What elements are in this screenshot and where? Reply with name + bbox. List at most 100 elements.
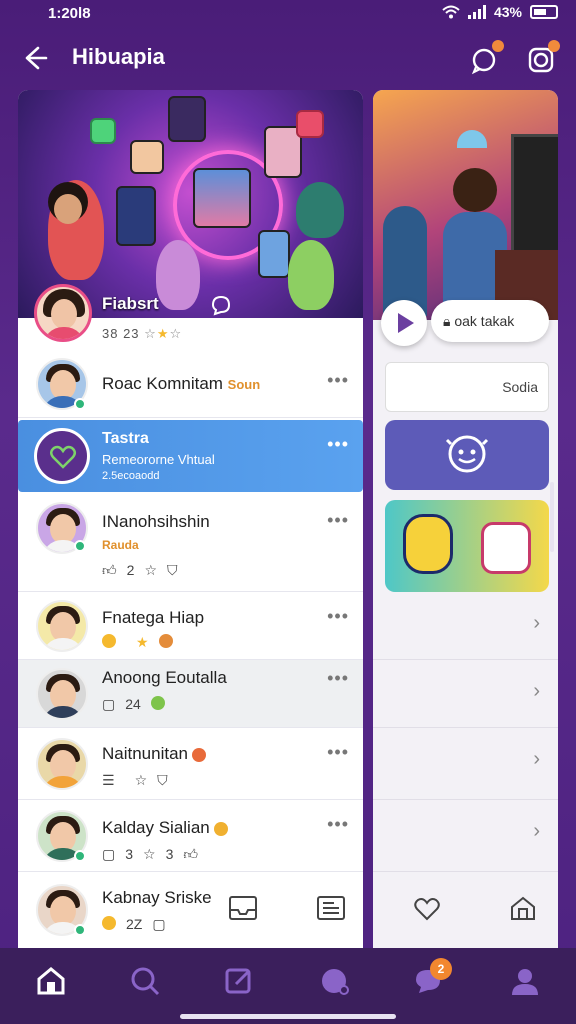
profile-icon[interactable] [508,964,542,998]
shield-icon[interactable]: ⛉ [167,562,178,579]
more-options-button[interactable]: ••• [327,742,349,763]
online-indicator [74,924,86,936]
side-list-item[interactable]: › [373,728,558,800]
star-outline-icon: ☆ [169,326,183,341]
online-indicator [74,540,86,552]
list-item[interactable]: Kabnay Sriske 2Z ▢ [18,872,363,948]
chevron-right-icon: › [533,748,540,770]
list-item[interactable]: INanohsihshin Rauda 👍︎ 2 ☆ ⛉ ••• [18,494,363,592]
hero-person-face [54,194,82,224]
chat-tab[interactable] [318,964,352,998]
search-icon[interactable] [128,964,162,998]
side-list-item[interactable] [373,872,558,948]
home-icon[interactable] [34,964,68,998]
inbox-icon[interactable] [228,894,258,922]
settings-badge [548,40,560,52]
list-item[interactable]: Roac Komnitam Soun ••• [18,350,363,418]
comment-icon[interactable]: ▢ [102,846,115,863]
list-item-name: Naitnunitan [102,744,207,764]
side-list-item[interactable]: › [373,660,558,728]
avatar[interactable] [36,738,88,790]
chevron-right-icon: › [533,820,540,842]
search-field-value: Sodia [502,379,538,395]
side-list-item[interactable]: › [373,592,558,660]
list-item[interactable]: Anoong Eoutalla ▢ 24 ••• [18,660,363,728]
more-options-button[interactable]: ••• [327,434,349,455]
emoji-icon [192,747,207,762]
search-field[interactable]: Sodia [385,362,549,412]
chat-card[interactable] [385,420,549,490]
side-hero-image[interactable] [373,90,558,320]
home-indicator[interactable] [180,1014,396,1019]
settings-button[interactable] [524,40,560,76]
star-outline-icon[interactable]: ☆ [135,772,148,789]
featured-avatar[interactable] [34,284,92,342]
list-icon[interactable]: ☰ [102,772,115,789]
sticker-card[interactable] [385,500,549,592]
news-icon[interactable] [316,894,346,922]
more-options-button[interactable]: ••• [327,510,349,531]
list-item-tag: Rauda [102,538,139,552]
avatar[interactable] [36,668,88,720]
more-options-button[interactable]: ••• [327,668,349,689]
lock-icon: 🔒︎ [443,313,451,329]
signal-icon [467,5,486,19]
chat-icon[interactable] [210,294,232,316]
more-options-button[interactable]: ••• [327,606,349,627]
avatar[interactable] [36,600,88,652]
online-indicator [74,398,86,410]
chevron-right-icon: › [533,680,540,702]
featured-meta: 38 23 ☆★☆ [102,326,182,342]
like-icon[interactable]: 👍︎ [102,562,117,579]
list-item-selected[interactable]: Tastra Remeororne Vhtual 2.5ecoaodd ••• [18,420,363,492]
notifications-button[interactable] [468,40,504,76]
like-icon[interactable]: 👍︎ [183,846,198,863]
heart-icon [50,445,76,469]
star-outline-icon[interactable]: ☆ [143,846,156,863]
hero-monitor [511,134,558,254]
avatar[interactable] [34,428,90,484]
list-item-name-text: Roac Komnitam [102,374,223,393]
hero-check-tile [90,118,116,144]
list-item[interactable]: Naitnunitan ☰ ☆ ⛉ ••• [18,728,363,800]
play-button[interactable] [381,300,427,346]
list-item-name: Roac Komnitam Soun [102,374,260,394]
list-item-name: Fnatega Hiap [102,608,205,627]
shield-icon[interactable]: ⛉ [157,772,168,789]
row-count-2: 3 [165,846,174,862]
scrollbar[interactable] [550,482,554,552]
emoji-icon [150,696,165,710]
heart-icon[interactable] [413,896,441,922]
chat-bubble-icon [445,435,489,473]
back-button[interactable] [18,42,50,74]
home-outline-icon[interactable] [509,894,537,922]
row-actions: 2Z ▢ [102,916,166,933]
messages-tab[interactable]: 2 [412,958,452,998]
more-options-button[interactable]: ••• [327,814,349,835]
emoji-icon [213,821,228,836]
lamp-icon [457,130,487,148]
star-icon[interactable]: ★ [136,634,149,651]
list-item-name: Tastra [102,430,149,447]
list-item-tag: Soun [227,377,261,392]
chat-bubble-icon [322,969,349,995]
list-item[interactable]: Fnatega Hiap ★ ••• [18,592,363,660]
online-indicator [74,850,86,862]
star-outline-icon[interactable]: ☆ [144,562,157,579]
compose-icon[interactable] [222,964,256,998]
row-actions: ☰ ☆ ⛉ [102,772,168,789]
comment-icon[interactable]: ▢ [102,696,115,713]
messages-badge: 2 [430,958,452,980]
featured-title: Fiabsrt [102,294,159,313]
star-outline-icon: ☆ [144,326,157,341]
side-list-item[interactable]: › [373,800,558,872]
list-item[interactable]: Kalday Sialian ▢ 3 ☆ 3 👍︎ ••• [18,800,363,872]
action-pill-button[interactable]: 🔒︎ oak takak [431,300,549,342]
hero-person-hair [453,168,497,212]
battery-percent: 43% [493,4,522,20]
comment-icon[interactable]: ▢ [152,916,165,933]
action-pill-label: oak takak [454,313,515,329]
more-options-button[interactable]: ••• [327,370,349,391]
chevron-right-icon: › [533,612,540,634]
smile-icon [102,916,116,930]
